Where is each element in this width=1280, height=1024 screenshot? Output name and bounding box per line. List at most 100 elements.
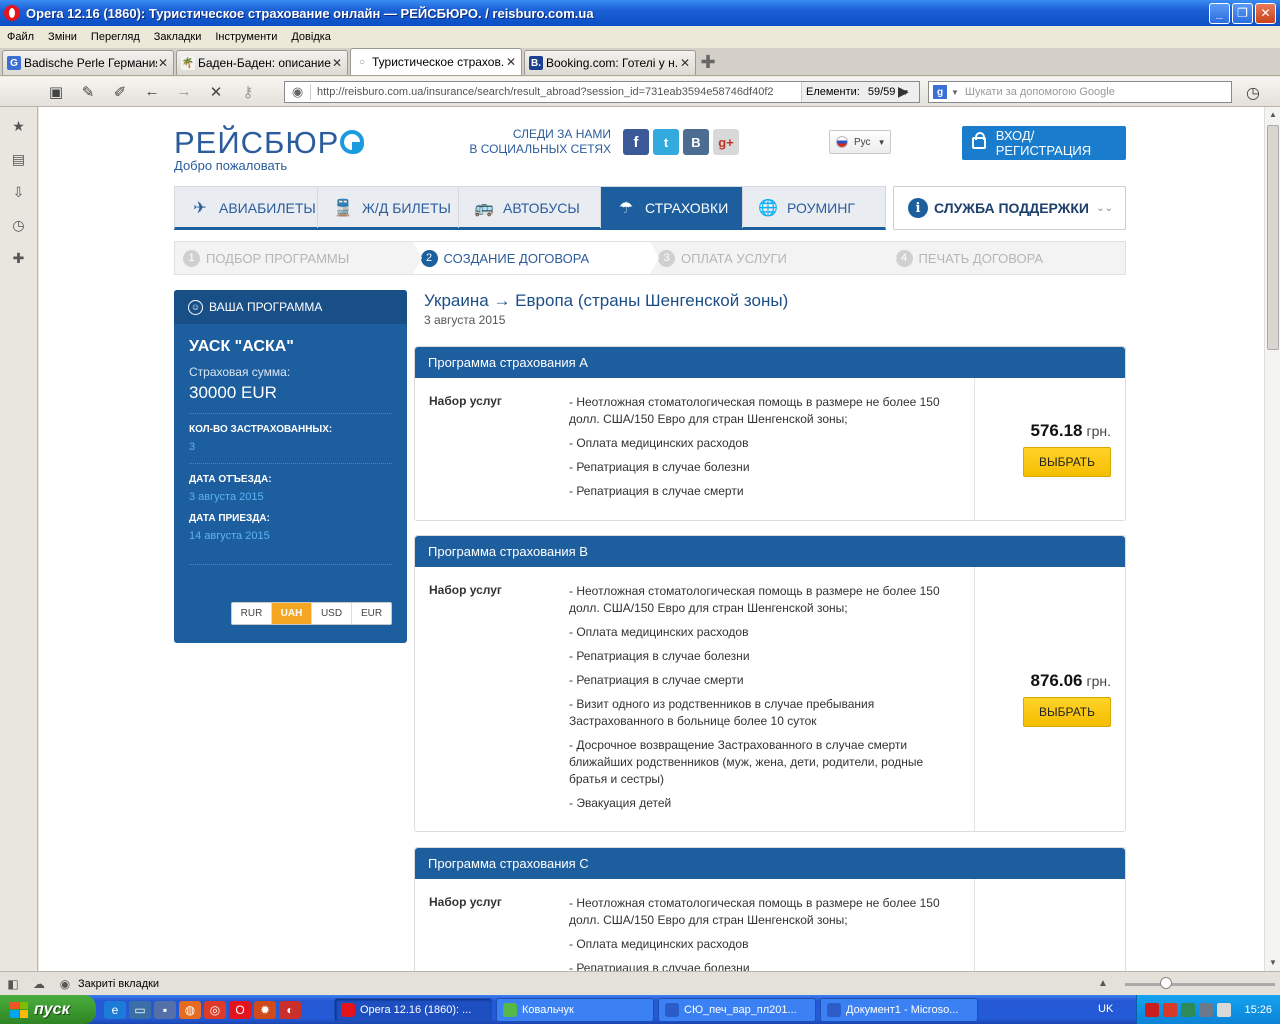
- opera-icon[interactable]: O: [229, 1000, 251, 1019]
- downloads-icon[interactable]: ⇩: [0, 176, 37, 209]
- search-box[interactable]: g ▼ Шукати за допомогою Google: [928, 81, 1232, 103]
- nav-roaming[interactable]: 🌐 РОУМИНГ: [743, 187, 885, 228]
- currency-uah[interactable]: UAH: [272, 603, 312, 624]
- chrome-icon[interactable]: ◎: [204, 1000, 226, 1019]
- login-register-button[interactable]: ВХОД/РЕГИСТРАЦИЯ: [962, 126, 1126, 160]
- browser-tab[interactable]: 🌴 Баден-Баден: описание... ✕: [176, 50, 348, 75]
- address-bar[interactable]: ◉ http://reisburo.com.ua/insurance/searc…: [284, 81, 920, 103]
- maximize-button[interactable]: ❐: [1232, 2, 1253, 24]
- taskbar-task-folder[interactable]: Ковальчук: [496, 997, 654, 1022]
- add-panel-icon[interactable]: ✚: [0, 242, 37, 275]
- twitter-icon[interactable]: t: [653, 129, 679, 155]
- new-tab-icon[interactable]: ✚: [698, 51, 718, 73]
- save-icon[interactable]: ▪: [154, 1000, 176, 1019]
- speed-dial-icon[interactable]: ◉: [52, 977, 78, 991]
- closed-tabs-label[interactable]: Закриті вкладки: [78, 978, 159, 990]
- minimize-button[interactable]: _: [1209, 2, 1230, 24]
- menu-help[interactable]: Довідка: [286, 31, 340, 43]
- scrollbar-thumb[interactable]: [1267, 125, 1279, 350]
- menu-bookmarks[interactable]: Закладки: [149, 31, 211, 43]
- history-clock-icon[interactable]: ◷: [1246, 83, 1260, 103]
- tab-close-icon[interactable]: ✕: [331, 56, 343, 70]
- play-arrow-icon[interactable]: ▶: [898, 83, 909, 100]
- taskbar-task-word1[interactable]: СЮ_печ_вар_пл201...: [658, 997, 816, 1022]
- status-bar: ◧ ☁ ◉ Закриті вкладки ▲: [0, 971, 1280, 995]
- history-icon[interactable]: ◷: [0, 209, 37, 242]
- menu-file[interactable]: Файл: [2, 31, 43, 43]
- scroll-down-icon[interactable]: ▼: [1265, 955, 1280, 971]
- google-plus-icon[interactable]: g+: [713, 129, 739, 155]
- ie-icon[interactable]: e: [104, 1000, 126, 1019]
- support-dropdown[interactable]: i СЛУЖБА ПОДДЕРЖКИ ⌄⌄: [893, 186, 1126, 230]
- back-arrow-icon[interactable]: ←: [136, 83, 168, 100]
- pencil-icon[interactable]: ✐: [104, 83, 136, 101]
- browser-tab[interactable]: B. Booking.com: Готелі у н... ✕: [524, 50, 696, 75]
- nav-insurance[interactable]: ☂ СТРАХОВКИ: [601, 187, 743, 228]
- cloud-icon[interactable]: ☁: [26, 977, 52, 991]
- elements-count: 59/59: [867, 86, 896, 98]
- currency-eur[interactable]: EUR: [352, 603, 391, 624]
- url-text[interactable]: http://reisburo.com.ua/insurance/search/…: [311, 86, 801, 98]
- volume-tray-icon[interactable]: [1217, 1002, 1231, 1017]
- taskbar-task-opera[interactable]: Opera 12.16 (1860): ...: [334, 997, 492, 1022]
- vertical-scrollbar[interactable]: ▲ ▼: [1264, 107, 1280, 971]
- network-tray-icon[interactable]: [1181, 1002, 1195, 1017]
- desktop-icon[interactable]: ▭: [129, 1000, 151, 1019]
- browser-tab-active[interactable]: ○ Туристическое страхов... ✕: [350, 48, 522, 75]
- menu-view[interactable]: Перегляд: [86, 31, 149, 43]
- settings-tray-icon[interactable]: [1199, 1002, 1213, 1017]
- service-item: - Оплата медицинских расходов: [569, 625, 749, 639]
- wrench-icon[interactable]: ✎: [72, 83, 104, 101]
- zoom-slider-track[interactable]: [1125, 983, 1275, 986]
- trash-icon[interactable]: ▣: [40, 83, 72, 101]
- antivirus-tray-icon[interactable]: [1163, 1002, 1177, 1017]
- vkontakte-icon[interactable]: B: [683, 129, 709, 155]
- firefox-icon[interactable]: ◍: [179, 1000, 201, 1019]
- palm-favicon-icon: 🌴: [181, 56, 195, 70]
- nav-trains[interactable]: 🚆 Ж/Д БИЛЕТЫ: [318, 187, 459, 228]
- currency-usd[interactable]: USD: [312, 603, 352, 624]
- menu-tools[interactable]: Інструменти: [210, 31, 286, 43]
- step-label: ПЕЧАТЬ ДОГОВОРА: [918, 250, 1044, 266]
- currency-rur[interactable]: RUR: [232, 603, 272, 624]
- menu-bar: Файл Зміни Перегляд Закладки Інструменти…: [0, 26, 1280, 48]
- zoom-slider-knob[interactable]: [1160, 977, 1172, 989]
- search-placeholder[interactable]: Шукати за допомогою Google: [965, 86, 1115, 98]
- order-steps: 1 ПОДБОР ПРОГРАММЫ 2 СОЗДАНИЕ ДОГОВОРА 3 ОП…: [174, 241, 1126, 275]
- nav-buses[interactable]: 🚌 АВТОБУСЫ: [459, 187, 601, 228]
- notes-icon[interactable]: ▤: [0, 143, 37, 176]
- tab-close-icon[interactable]: ✕: [157, 56, 169, 70]
- scroll-up-icon[interactable]: ▲: [1265, 107, 1280, 123]
- tool-icon[interactable]: ✹: [254, 1000, 276, 1019]
- tab-close-icon[interactable]: ✕: [505, 55, 517, 69]
- step-label: ОПЛАТА УСЛУГИ: [681, 250, 787, 266]
- acrobat-tray-icon[interactable]: [1145, 1002, 1159, 1017]
- language-select[interactable]: Рус ▼: [829, 130, 891, 154]
- choose-button[interactable]: ВЫБРАТЬ: [1023, 697, 1111, 727]
- route-date: 3 августа 2015: [424, 313, 506, 327]
- site-logo[interactable]: РЕЙСБЮР: [174, 125, 365, 161]
- bookmark-star-icon[interactable]: ★: [0, 110, 37, 143]
- up-arrow-icon[interactable]: ▲: [1098, 978, 1108, 989]
- menu-edit[interactable]: Зміни: [43, 31, 86, 43]
- keyboard-language[interactable]: UK: [1098, 1003, 1113, 1015]
- browser-tab[interactable]: G Badische Perle Германия... ✕: [2, 50, 174, 75]
- start-button[interactable]: пуск: [0, 995, 96, 1024]
- depart-label: ДАТА ОТЪЕЗДА:: [189, 474, 272, 485]
- close-window-button[interactable]: ✕: [1255, 2, 1276, 24]
- key-icon[interactable]: ⚷: [232, 83, 264, 101]
- price-value: 576.18: [1030, 421, 1083, 440]
- tab-close-icon[interactable]: ✕: [679, 56, 691, 70]
- search-engine-dropdown-icon[interactable]: ▼: [951, 88, 959, 97]
- choose-button[interactable]: ВЫБРАТЬ: [1023, 447, 1111, 477]
- tab-label: Badische Perle Германия...: [24, 56, 157, 70]
- browser-icon[interactable]: ◐: [279, 1000, 301, 1019]
- nav-label: Ж/Д БИЛЕТЫ: [362, 199, 451, 216]
- stop-icon[interactable]: ✕: [200, 83, 232, 101]
- step-1[interactable]: 1 ПОДБОР ПРОГРАММЫ: [175, 242, 421, 274]
- forward-arrow-icon[interactable]: →: [168, 83, 200, 100]
- facebook-icon[interactable]: f: [623, 129, 649, 155]
- nav-flights[interactable]: ✈ АВИАБИЛЕТЫ: [175, 187, 318, 228]
- panel-toggle-icon[interactable]: ◧: [0, 977, 26, 991]
- taskbar-task-word2[interactable]: Документ1 - Microso...: [820, 997, 978, 1022]
